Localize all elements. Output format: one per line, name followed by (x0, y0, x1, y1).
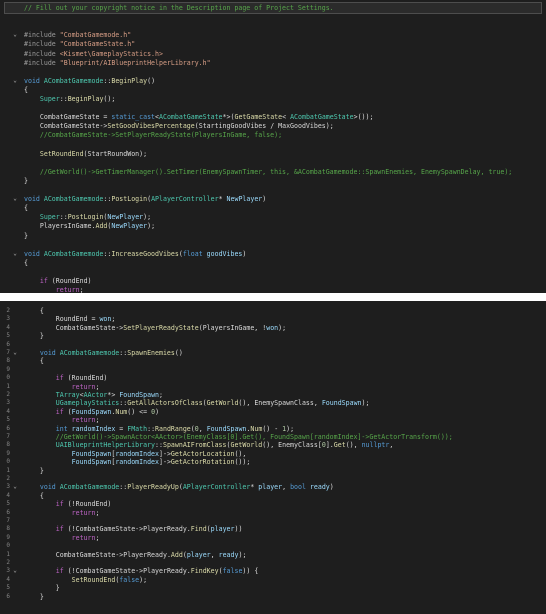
code-token: ); (139, 149, 148, 158)
code-token: RoundEnd (55, 277, 88, 285)
code-token: "CombatGamemode.h" (59, 31, 132, 40)
code-token: MaxGoodVibes (278, 122, 326, 131)
code-token: StartingGoodVibes (198, 122, 267, 131)
code-token: ACombatGamemode (43, 249, 104, 258)
code-token: (); (103, 95, 116, 103)
code-token: #include (24, 49, 60, 58)
code-token: { (24, 258, 28, 267)
code-token: return (24, 286, 80, 293)
code-token: "CombatGameState.h" (59, 40, 136, 49)
code-token: CombatGameState (24, 113, 100, 122)
code-token: { (24, 85, 28, 94)
code-token: = (99, 113, 112, 122)
code-token: SetGoodVibesPercentage (107, 122, 195, 131)
code-token: void (24, 249, 44, 258)
code-token: NewPlayer (111, 222, 148, 231)
code-token: BeginPlay (67, 95, 104, 103)
code-token: StartRoundWon (87, 149, 140, 158)
code-token: PlayersInGame (24, 222, 92, 231)
code-token: :: (59, 95, 68, 103)
code-token: / (266, 122, 279, 131)
code-token: Super (24, 213, 60, 222)
code-text: return; (24, 285, 84, 293)
code-token: >()); (353, 113, 374, 122)
code-token: //CombatGameState->SetPlayerReadyState(P… (24, 131, 283, 140)
code-token: if (24, 277, 52, 285)
code-token: ACombatGamemode (43, 195, 104, 204)
code-token: BeginPlay (111, 76, 148, 85)
code-token: ) (87, 277, 92, 285)
code-token: PostLogin (67, 213, 104, 222)
code-token: CombatGameState (24, 122, 100, 131)
code-token: () (147, 76, 156, 85)
code-token: ACombatGameState (290, 113, 354, 122)
code-token: NewPlayer (226, 195, 263, 204)
code-token: PostLogin (111, 195, 148, 204)
code-token: // Fill out your copyright notice in the… (24, 4, 334, 12)
code-token: ACombatGamemode (43, 76, 104, 85)
code-editor-panel-bottom[interactable]: 2 {3 RoundEnd = won; 4 CombatGameState->S… (0, 301, 546, 614)
code-token: IncreaseGoodVibes (111, 249, 179, 258)
code-token: //GetWorld()->GetTimerManager().SetTimer… (24, 167, 513, 176)
code-token: } (24, 592, 44, 601)
code-token: Super (24, 95, 60, 103)
code-token: #include (24, 40, 60, 49)
code-token: } (24, 231, 28, 240)
code-token: { (24, 204, 28, 213)
code-token: ); (143, 213, 152, 222)
code-token: ); (325, 122, 334, 131)
code-token: static_cast (111, 113, 156, 122)
code-editor-panel-top[interactable]: // Fill out your copyright notice in the… (0, 0, 546, 293)
code-token: ) (262, 195, 267, 204)
code-token: ); (147, 222, 156, 231)
code-token: APlayerController (151, 195, 219, 204)
code-token: } (24, 176, 28, 185)
line-number: 6 (6, 592, 10, 600)
code-token: Add (95, 222, 108, 231)
code-text: } (24, 592, 44, 602)
code-line[interactable]: 6 } (0, 592, 546, 602)
code-token: * (218, 195, 227, 204)
code-token: ) (242, 249, 247, 258)
code-token: ACombatGameState (159, 113, 223, 122)
code-token: #include (24, 58, 60, 67)
code-token: "Blueprint/AIBlueprintHelperLibrary.h" (59, 58, 211, 67)
code-token: NewPlayer (107, 213, 144, 222)
code-token: goodVibes (206, 249, 243, 258)
code-token: :: (59, 213, 68, 222)
code-token: GetGameState (234, 113, 283, 122)
code-token: void (24, 195, 44, 204)
panel-divider (0, 293, 546, 301)
code-token: *>( (222, 113, 235, 122)
code-token: #include (24, 31, 60, 40)
code-token: ; (79, 286, 84, 293)
code-token: < (282, 113, 291, 122)
code-token: void (24, 76, 44, 85)
code-line[interactable]: return; (0, 285, 546, 293)
code-token: <Kismet\GameplayStatics.h> (59, 49, 163, 58)
code-token: float (182, 249, 207, 258)
code-token: SetRoundEnd (24, 149, 84, 158)
